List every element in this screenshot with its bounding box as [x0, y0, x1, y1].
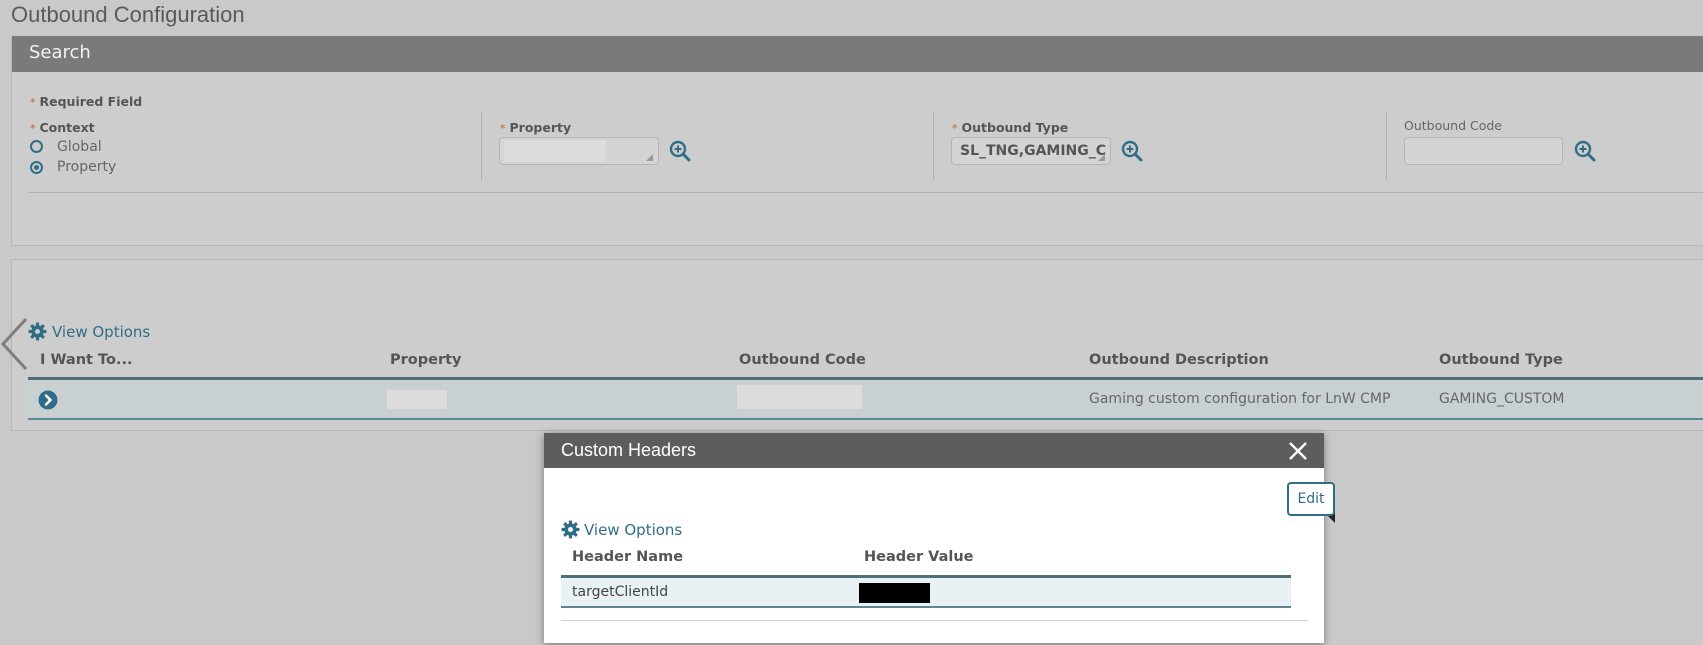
outbound-code-input[interactable] [1404, 137, 1563, 165]
column-header[interactable]: I Want To... [40, 352, 132, 368]
view-options-link[interactable]: View Options [52, 323, 150, 341]
header-name-cell: targetClientId [572, 584, 669, 600]
dialog-title: Custom Headers [561, 440, 697, 460]
outbound-code-cell [737, 385, 862, 409]
redacted-value [504, 140, 606, 162]
header-value-cell [859, 583, 930, 603]
radio-property-label: Property [57, 159, 117, 175]
back-chevron-icon[interactable] [0, 317, 30, 375]
outbound-type-label: * Outbound Type [952, 120, 1069, 135]
dialog-header: Custom Headers [544, 433, 1324, 468]
resize-grip [1098, 154, 1105, 161]
resize-grip [646, 154, 653, 161]
search-divider [28, 192, 1703, 193]
column-header[interactable]: Outbound Type [1439, 352, 1563, 368]
outbound-type-input[interactable]: SL_TNG,GAMING_C [951, 137, 1111, 165]
property-input[interactable] [499, 137, 659, 165]
outbound-type-value: SL_TNG,GAMING_C [960, 143, 1107, 159]
column-header[interactable]: Header Value [864, 549, 974, 565]
page-title: Outbound Configuration [11, 2, 245, 27]
outbound-code-lookup-icon[interactable] [1573, 139, 1597, 163]
gear-icon[interactable] [28, 322, 48, 342]
radio-property[interactable] [30, 161, 43, 174]
outbound-type-cell: GAMING_CUSTOM [1439, 391, 1565, 407]
row-action-icon[interactable] [38, 390, 58, 414]
radio-global-label: Global [57, 139, 102, 155]
field-divider [1386, 112, 1387, 180]
gear-icon[interactable] [561, 520, 581, 540]
dialog-view-options-link[interactable]: View Options [584, 521, 682, 539]
search-header[interactable]: Search [12, 36, 1703, 72]
radio-global[interactable] [30, 140, 43, 153]
field-divider [933, 112, 934, 180]
column-header[interactable]: Property [390, 352, 462, 368]
column-header[interactable]: Header Name [572, 549, 683, 565]
context-label: * Context [30, 120, 95, 135]
dialog-footer-divider [561, 620, 1308, 621]
property-field-label: * Property [500, 120, 572, 135]
property-cell [387, 390, 447, 409]
column-header[interactable]: Outbound Description [1089, 352, 1269, 368]
column-header[interactable]: Outbound Code [739, 352, 866, 368]
outbound-type-lookup-icon[interactable] [1120, 139, 1144, 163]
search-header-label: Search [29, 42, 91, 63]
outbound-description-cell: Gaming custom configuration for LnW CMP [1089, 391, 1391, 407]
field-divider [481, 112, 482, 180]
outbound-code-label: Outbound Code [1404, 118, 1502, 133]
edit-button[interactable]: Edit [1287, 482, 1335, 516]
required-note: * Required Field [30, 94, 143, 109]
property-lookup-icon[interactable] [668, 139, 692, 163]
close-icon[interactable] [1287, 440, 1309, 466]
